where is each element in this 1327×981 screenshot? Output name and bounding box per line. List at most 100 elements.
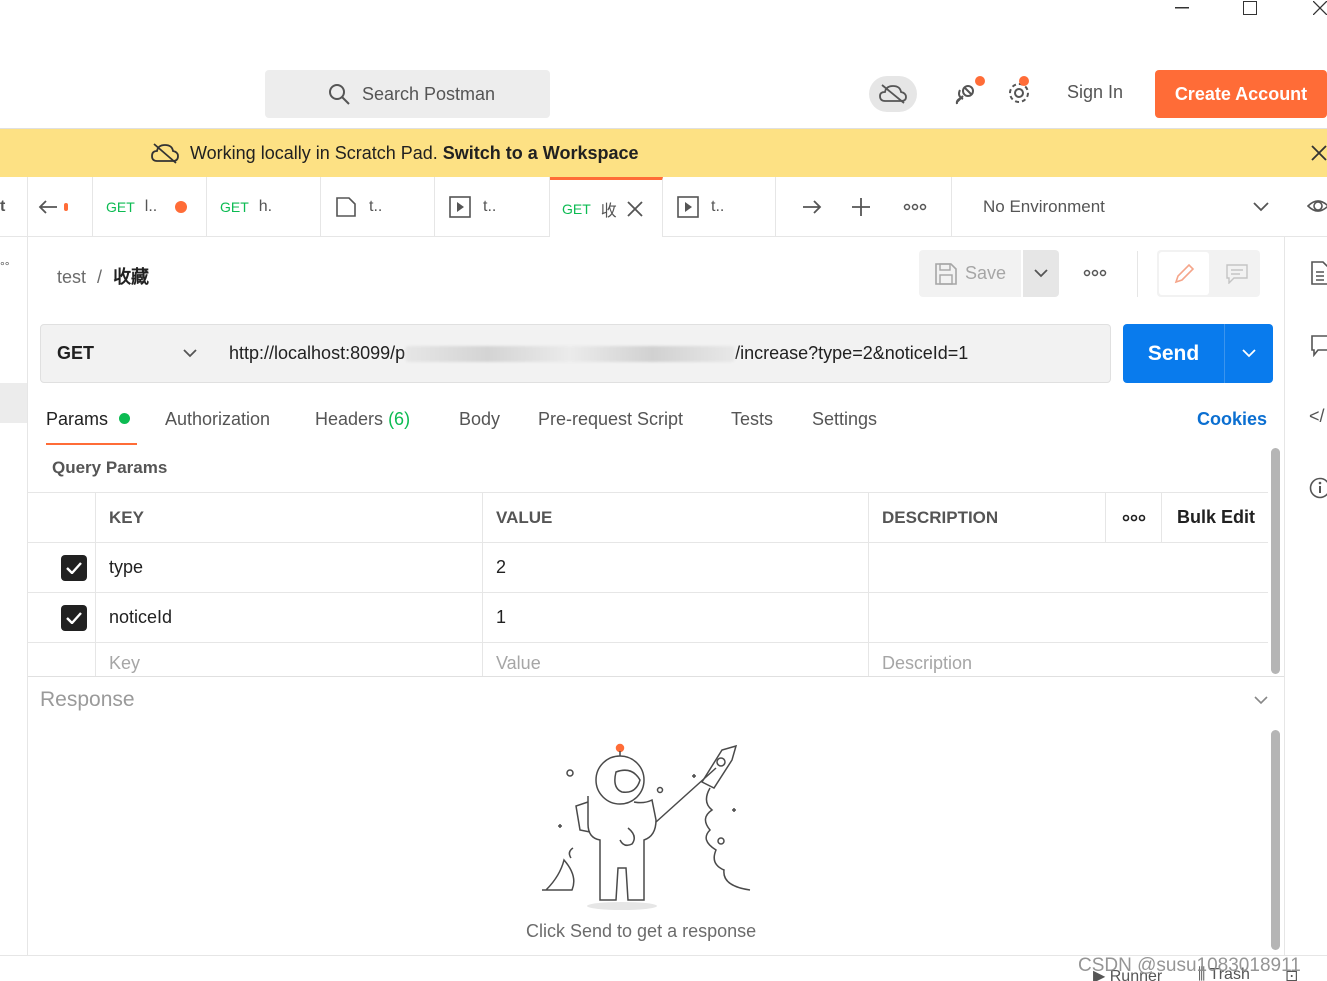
chevron-down-icon[interactable] <box>1254 696 1268 705</box>
param-value[interactable]: 1 <box>482 593 868 642</box>
view-mode-toggle <box>1157 250 1260 297</box>
switch-workspace-link[interactable]: Switch to a Workspace <box>443 143 639 163</box>
params-scrollbar[interactable] <box>1271 448 1280 674</box>
breadcrumb-collection[interactable]: test <box>57 267 86 287</box>
column-options[interactable] <box>1105 493 1161 542</box>
close-banner-icon[interactable] <box>1311 145 1327 161</box>
search-placeholder: Search Postman <box>362 83 496 104</box>
maximize-button[interactable] <box>1230 0 1270 16</box>
environment-select[interactable]: No Environment <box>951 177 1281 237</box>
close-window-button[interactable] <box>1300 0 1327 16</box>
tab-request-active[interactable]: GET 收 <box>550 177 663 237</box>
eye-icon[interactable] <box>1307 195 1327 217</box>
tab-headers-label: Headers <box>315 409 384 429</box>
tab-prerequest-script[interactable]: Pre-request Script <box>538 409 683 430</box>
save-button[interactable]: Save <box>919 250 1021 297</box>
minimize-button[interactable] <box>1162 0 1202 16</box>
param-description[interactable] <box>868 543 1268 592</box>
table-row-new: Key Value Description <box>28 642 1268 676</box>
create-account-button[interactable]: Create Account <box>1155 70 1327 118</box>
response-title: Response <box>40 688 135 711</box>
more-options-icon[interactable] <box>1083 269 1107 277</box>
collection-icon <box>336 197 356 217</box>
tab-back-arrow[interactable] <box>28 177 93 237</box>
method-select[interactable]: GET <box>40 324 214 383</box>
tab-name: l.. <box>144 198 158 215</box>
tab-request-3[interactable]: t.. <box>321 177 435 237</box>
edit-mode-button[interactable] <box>1159 252 1209 295</box>
tab-settings[interactable]: Settings <box>812 409 877 430</box>
notification-dot <box>975 76 985 86</box>
save-options-button[interactable] <box>1023 250 1059 297</box>
url-input[interactable]: http://localhost:8099/p/increase?type=2&… <box>213 324 1111 383</box>
response-scrollbar[interactable] <box>1271 730 1280 950</box>
astronaut-illustration <box>542 743 751 910</box>
sign-in-link[interactable]: Sign In <box>1067 82 1123 103</box>
info-icon[interactable] <box>1309 477 1327 499</box>
sidebar-selected-item[interactable] <box>0 383 27 423</box>
close-tab-icon[interactable] <box>627 200 643 217</box>
breadcrumb-request-name[interactable]: 收藏 <box>113 267 149 287</box>
banner-text: Working locally in Scratch Pad. Switch t… <box>190 143 639 164</box>
breadcrumb-separator: / <box>97 267 103 287</box>
unsaved-dot <box>175 201 188 213</box>
tab-headers[interactable]: Headers (6) <box>315 409 410 430</box>
documentation-icon[interactable] <box>1311 261 1327 285</box>
url-end: /increase?type=2&noticeId=1 <box>735 343 969 363</box>
code-icon[interactable]: </ <box>1309 406 1325 427</box>
tab-name: 收 <box>600 202 617 220</box>
url-redacted <box>405 345 736 362</box>
comment-mode-button[interactable] <box>1215 252 1258 295</box>
row-checkbox[interactable] <box>61 605 87 631</box>
sync-status-button[interactable] <box>869 76 917 112</box>
arrow-left-icon <box>38 200 57 214</box>
tab-params[interactable]: Params <box>46 409 131 430</box>
left-sidebar: °° <box>0 237 28 981</box>
url-start: http://localhost:8099/p <box>229 343 406 363</box>
new-key-input[interactable]: Key <box>95 643 482 676</box>
tab-request-1[interactable]: GET l.. <box>93 177 207 237</box>
more-tabs-icon[interactable] <box>903 203 927 211</box>
comments-icon[interactable] <box>1311 335 1327 357</box>
sidebar-letter: t <box>0 198 6 215</box>
tab-request-2[interactable]: GET h. <box>207 177 321 237</box>
active-tab-indicator <box>46 443 137 445</box>
arrow-right-icon[interactable] <box>802 199 822 215</box>
params-active-dot <box>119 413 131 424</box>
row-checkbox[interactable] <box>61 555 87 581</box>
response-divider[interactable] <box>28 676 1284 677</box>
send-options-button[interactable] <box>1224 324 1273 383</box>
new-description-input[interactable]: Description <box>868 643 1268 676</box>
new-tab-icon[interactable] <box>851 197 871 217</box>
response-empty-hint: Click Send to get a response <box>526 921 757 941</box>
search-input[interactable]: Search Postman <box>265 70 550 118</box>
tab-body[interactable]: Body <box>459 409 500 430</box>
minimize-icon <box>1175 7 1189 9</box>
tab-method: GET <box>106 199 135 215</box>
check-icon <box>66 612 82 624</box>
param-key[interactable]: type <box>95 543 482 592</box>
send-button[interactable]: Send <box>1123 324 1224 383</box>
cloud-off-icon <box>879 84 907 104</box>
column-value: VALUE <box>482 493 868 542</box>
tab-authorization[interactable]: Authorization <box>165 409 270 430</box>
param-key[interactable]: noticeId <box>95 593 482 642</box>
tab-method: GET <box>220 199 249 215</box>
unsaved-dot <box>64 203 68 211</box>
new-value-input[interactable]: Value <box>482 643 868 676</box>
runner-icon <box>677 196 699 218</box>
tab-request-6[interactable]: t.. <box>663 177 776 237</box>
tab-request-4[interactable]: t.. <box>435 177 550 237</box>
cookies-link[interactable]: Cookies <box>1197 409 1267 430</box>
param-value[interactable]: 2 <box>482 543 868 592</box>
runner-icon <box>449 196 471 218</box>
bulk-edit-link[interactable]: Bulk Edit <box>1161 493 1268 542</box>
table-header-row: KEY VALUE DESCRIPTION Bulk Edit <box>28 492 1268 542</box>
toolbar-divider <box>1137 251 1138 297</box>
sidebar-collapse[interactable]: t <box>0 177 28 237</box>
breadcrumb: test / 收藏 <box>57 263 149 289</box>
tab-method: GET <box>562 200 591 217</box>
param-description[interactable] <box>868 593 1268 642</box>
postman-window: Search Postman Sign In Create Account Wo… <box>0 0 1327 981</box>
tab-tests[interactable]: Tests <box>731 409 773 430</box>
